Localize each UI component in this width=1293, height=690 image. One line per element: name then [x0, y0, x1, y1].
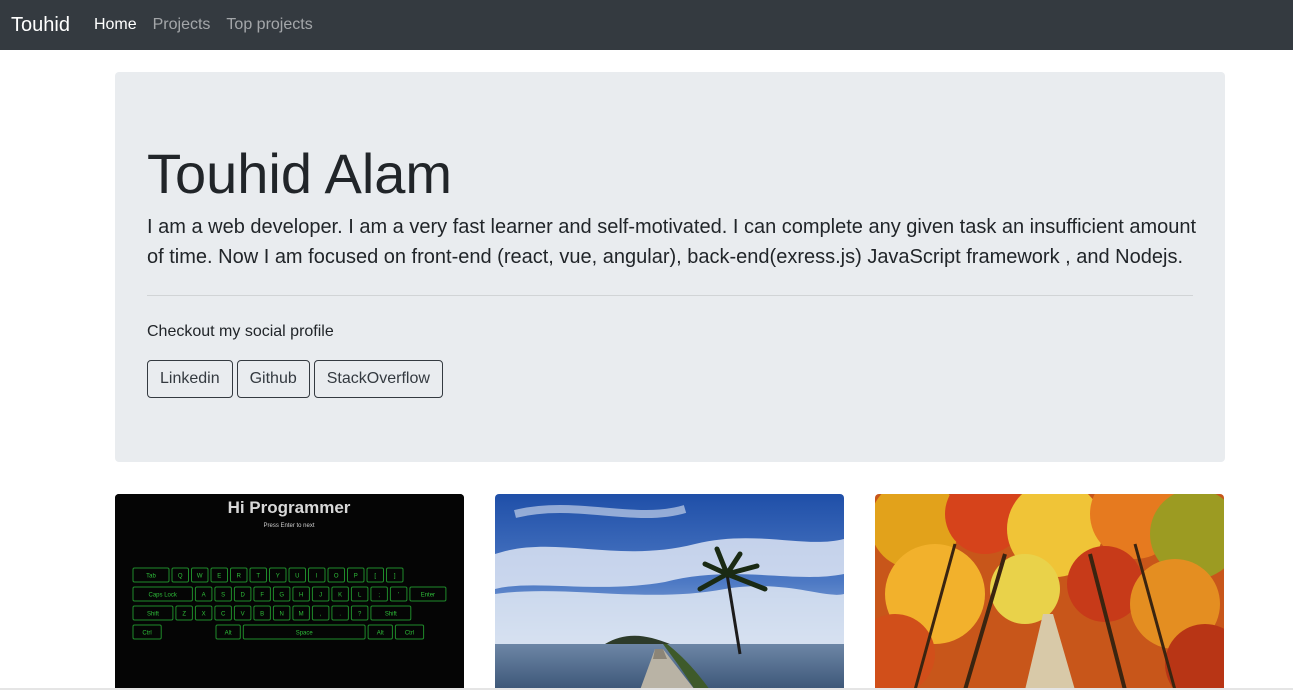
- keyboard-key-label: A: [202, 593, 206, 599]
- keyboard-key-label: S: [221, 593, 225, 599]
- keyboard-key-label: N: [279, 612, 283, 618]
- game-subheading: Press Enter to next: [263, 523, 314, 529]
- keyboard-key-label: D: [240, 593, 245, 599]
- divider: [147, 295, 1193, 296]
- nav-link-projects[interactable]: Projects: [153, 16, 211, 34]
- page-title: Touhid Alam: [147, 142, 453, 205]
- nav-link-top-projects[interactable]: Top projects: [226, 16, 312, 34]
- keyboard-key-label: Ctrl: [405, 631, 414, 637]
- keyboard-key-label: M: [299, 612, 304, 618]
- nav-link-home[interactable]: Home: [94, 16, 137, 34]
- game-heading: Hi Programmer: [228, 498, 351, 517]
- keyboard-key-label: E: [217, 574, 221, 580]
- keyboard-key-label: Alt: [377, 631, 384, 637]
- brand-logo-text[interactable]: Touhid: [11, 14, 70, 37]
- keyboard-key-label: Shift: [385, 612, 397, 618]
- keyboard-key-label: Tab: [146, 574, 156, 580]
- autumn-road-photo: [875, 494, 1224, 690]
- keyboard-key-label: P: [354, 574, 358, 580]
- keyboard-key-label: Space: [296, 631, 314, 637]
- keyboard-key-label: J: [319, 593, 322, 599]
- keyboard-key-label: Alt: [225, 631, 232, 637]
- keyboard-key-label: B: [260, 612, 264, 618]
- keyboard-key-label: Ctrl: [142, 631, 151, 637]
- social-button-group: Linkedin Github StackOverflow: [147, 360, 443, 398]
- keyboard-key-label: U: [295, 574, 299, 580]
- stackoverflow-button[interactable]: StackOverflow: [313, 360, 443, 398]
- keyboard-key-label: X: [202, 612, 206, 618]
- keyboard-key-label: V: [241, 612, 245, 618]
- keyboard-key-label: Caps Lock: [149, 593, 178, 599]
- hero-jumbotron: Touhid Alam I am a web developer. I am a…: [115, 72, 1225, 462]
- keyboard-key-label: R: [237, 574, 242, 580]
- palm-lake-photo: [495, 494, 844, 690]
- keyboard-key-label: ': [398, 593, 399, 599]
- typing-game-image: Hi Programmer Press Enter to next Tab Q W E…: [115, 494, 464, 690]
- keyboard-key-label: O: [334, 574, 339, 580]
- keyboard-key-label: Q: [178, 574, 183, 580]
- keyboard-key-label: Enter: [421, 593, 435, 599]
- keyboard-key-label: Y: [276, 574, 280, 580]
- keyboard-key-label: K: [338, 593, 342, 599]
- social-profile-label: Checkout my social profile: [147, 323, 334, 340]
- github-button[interactable]: Github: [236, 360, 310, 398]
- project-card-autumn-road[interactable]: [875, 494, 1224, 690]
- keyboard-key-label: Shift: [147, 612, 159, 618]
- linkedin-button[interactable]: Linkedin: [147, 360, 233, 398]
- keyboard-key-label: G: [279, 593, 284, 599]
- keyboard-key-label: H: [299, 593, 303, 599]
- keyboard-key-label: Z: [182, 612, 186, 618]
- intro-paragraph: I am a web developer. I am a very fast l…: [147, 216, 1197, 268]
- keyboard-key-label: W: [197, 574, 203, 580]
- project-card-typing-game[interactable]: Hi Programmer Press Enter to next Tab Q W E…: [115, 494, 464, 690]
- top-navbar: Touhid Home Projects Top projects: [0, 0, 1293, 50]
- keyboard-key-label: T: [256, 574, 260, 580]
- project-card-palm-lake[interactable]: [495, 494, 844, 690]
- keyboard-key-label: C: [221, 612, 226, 618]
- keyboard-key-label: F: [260, 593, 264, 599]
